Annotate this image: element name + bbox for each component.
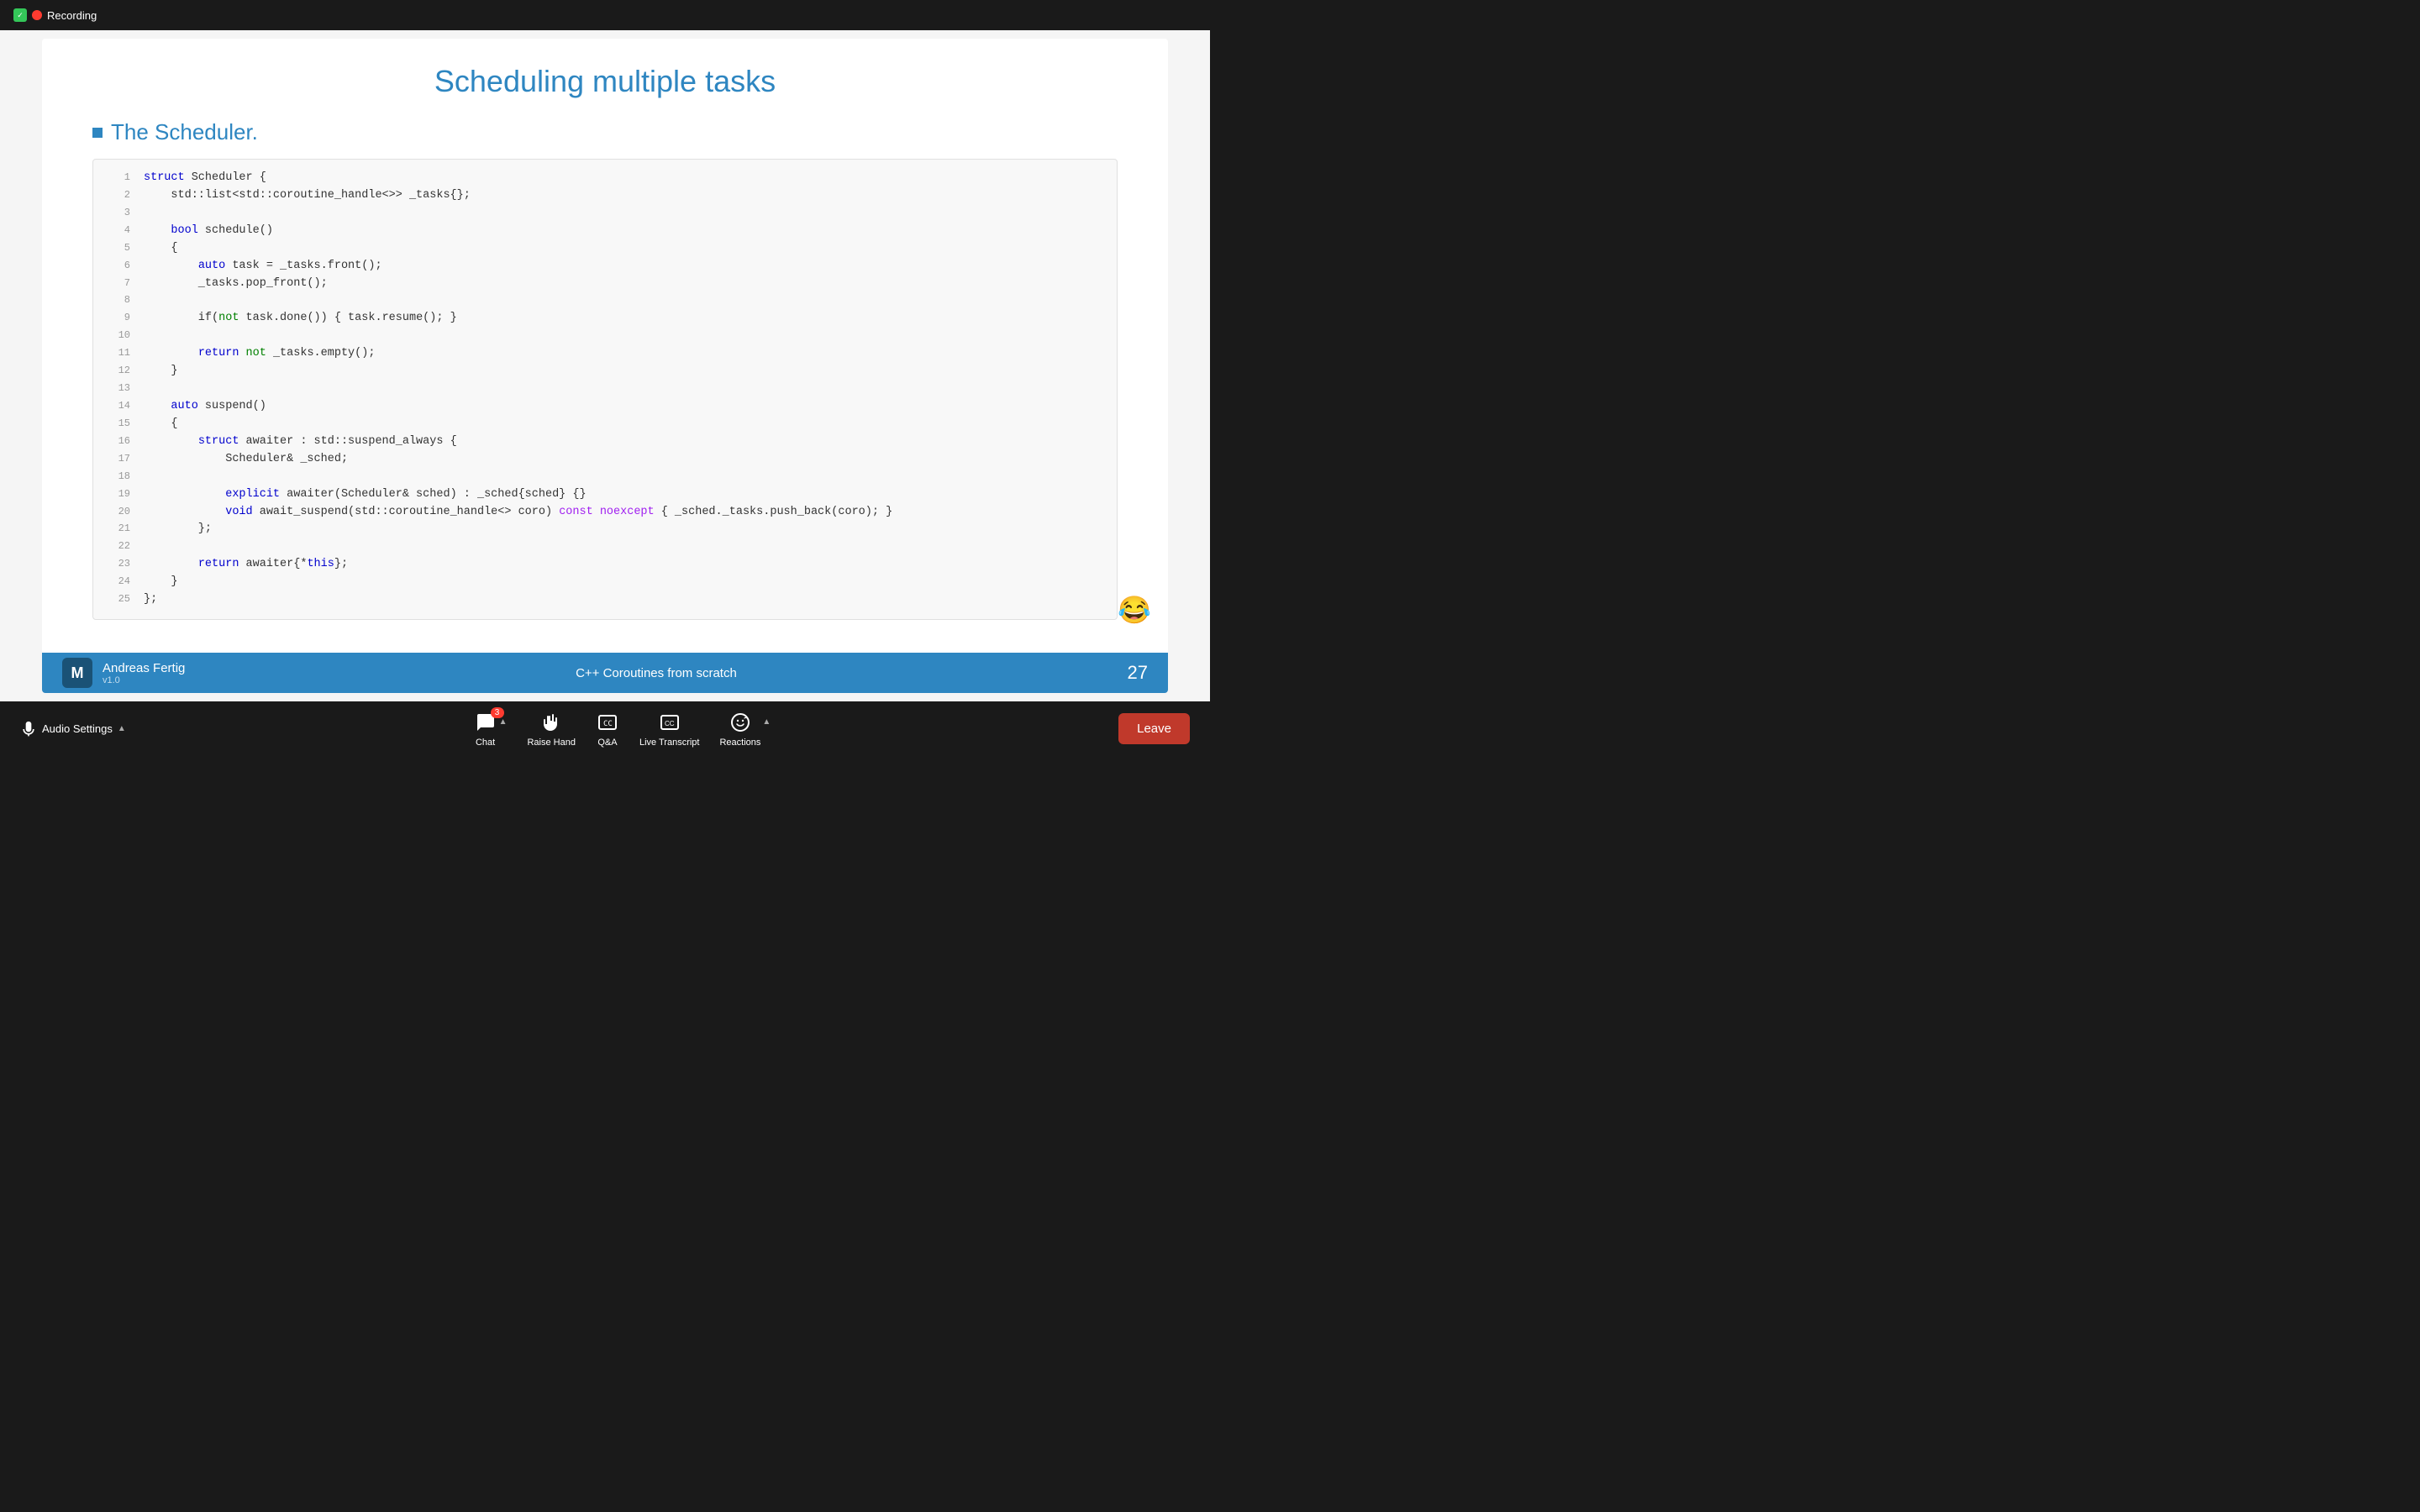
shield-icon: ✓ [13,8,27,22]
presenter-logo: M [62,658,92,688]
code-line-8: 8 [93,292,1117,310]
recording-label: Recording [47,9,97,22]
code-line-5: 5 { [93,240,1117,258]
code-line-17: 17 Scheduler& _sched; [93,451,1117,469]
code-line-11: 11 return not _tasks.empty(); [93,345,1117,363]
section-header: The Scheduler. [92,119,1118,145]
chat-icon: 3 [474,711,497,734]
main-content: Scheduling multiple tasks The Scheduler.… [0,30,1210,701]
code-line-7: 7 _tasks.pop_front(); [93,276,1117,293]
qa-svg-icon: CC [597,712,618,732]
code-line-15: 15 { [93,416,1117,433]
chat-label: Chat [476,738,495,748]
footer-course: C++ Coroutines from scratch [576,666,737,680]
code-line-23: 23 return awaiter{*this}; [93,556,1117,574]
code-line-19: 19 explicit awaiter(Scheduler& sched) : … [93,486,1117,504]
code-line-6: 6 auto task = _tasks.front(); [93,258,1117,276]
recording-dot [32,10,42,20]
recording-indicator: ✓ Recording [13,8,97,22]
svg-text:CC: CC [665,720,675,727]
code-line-21: 21 }; [93,521,1117,538]
live-transcript-label: Live Transcript [639,738,700,748]
slide-container: Scheduling multiple tasks The Scheduler.… [42,39,1168,693]
chat-group: 3 Chat ▲ [474,711,508,748]
footer-page: 27 [1128,662,1148,684]
audio-chevron-icon[interactable]: ▲ [118,724,126,733]
code-line-1: 1 struct Scheduler { [93,170,1117,187]
reactions-chevron-icon[interactable]: ▲ [762,717,771,727]
code-line-25: 25 }; [93,591,1117,609]
live-transcript-icon: CC [658,711,681,734]
audio-settings-button[interactable]: Audio Settings ▲ [20,721,126,738]
chat-button[interactable]: 3 Chat [474,711,497,748]
reactions-button[interactable]: Reactions [719,711,760,748]
code-line-20: 20 void await_suspend(std::coroutine_han… [93,504,1117,522]
code-line-24: 24 } [93,574,1117,591]
footer-left: M Andreas Fertig v1.0 [62,658,185,688]
microphone-icon [20,721,37,738]
slide-footer: M Andreas Fertig v1.0 C++ Coroutines fro… [42,653,1168,693]
reactions-icon [729,711,752,734]
bottom-toolbar: Audio Settings ▲ 3 Chat ▲ [0,701,1210,756]
reactions-svg-icon [730,712,750,732]
leave-button[interactable]: Leave [1118,713,1190,744]
code-line-22: 22 [93,538,1117,556]
code-line-4: 4 bool schedule() [93,223,1117,240]
presenter-name: Andreas Fertig [103,661,185,675]
qa-button[interactable]: CC Q&A [596,711,619,748]
toolbar-center: 3 Chat ▲ Raise Hand CC Q&A [474,711,771,748]
code-line-18: 18 [93,469,1117,486]
chat-chevron-icon[interactable]: ▲ [499,717,508,727]
code-line-10: 10 [93,328,1117,345]
hand-svg-icon [541,712,561,732]
reactions-group: Reactions ▲ [719,711,771,748]
raise-hand-button[interactable]: Raise Hand [527,711,575,748]
qa-label: Q&A [597,738,617,748]
section-title: The Scheduler. [111,119,258,145]
slide-title: Scheduling multiple tasks [92,64,1118,99]
top-bar: ✓ Recording [0,0,1210,30]
code-line-14: 14 auto suspend() [93,398,1117,416]
raise-hand-label: Raise Hand [527,738,575,748]
code-line-12: 12 } [93,363,1117,381]
code-block: 1 struct Scheduler { 2 std::list<std::co… [92,159,1118,620]
code-line-2: 2 std::list<std::coroutine_handle<>> _ta… [93,187,1117,205]
live-transcript-button[interactable]: CC Live Transcript [639,711,700,748]
reactions-label: Reactions [719,738,760,748]
raise-hand-icon [539,711,563,734]
code-line-9: 9 if(not task.done()) { task.resume(); } [93,310,1117,328]
qa-icon: CC [596,711,619,734]
slide-content: Scheduling multiple tasks The Scheduler.… [42,39,1168,653]
transcript-svg-icon: CC [660,712,680,732]
code-line-13: 13 [93,381,1117,398]
presenter-version: v1.0 [103,675,185,685]
code-line-3: 3 [93,205,1117,223]
svg-text:CC: CC [603,720,613,728]
section-marker [92,128,103,138]
code-line-16: 16 struct awaiter : std::suspend_always … [93,433,1117,451]
audio-settings-label: Audio Settings [42,722,113,735]
chat-badge: 3 [491,707,504,718]
presenter-info: Andreas Fertig v1.0 [103,661,185,685]
